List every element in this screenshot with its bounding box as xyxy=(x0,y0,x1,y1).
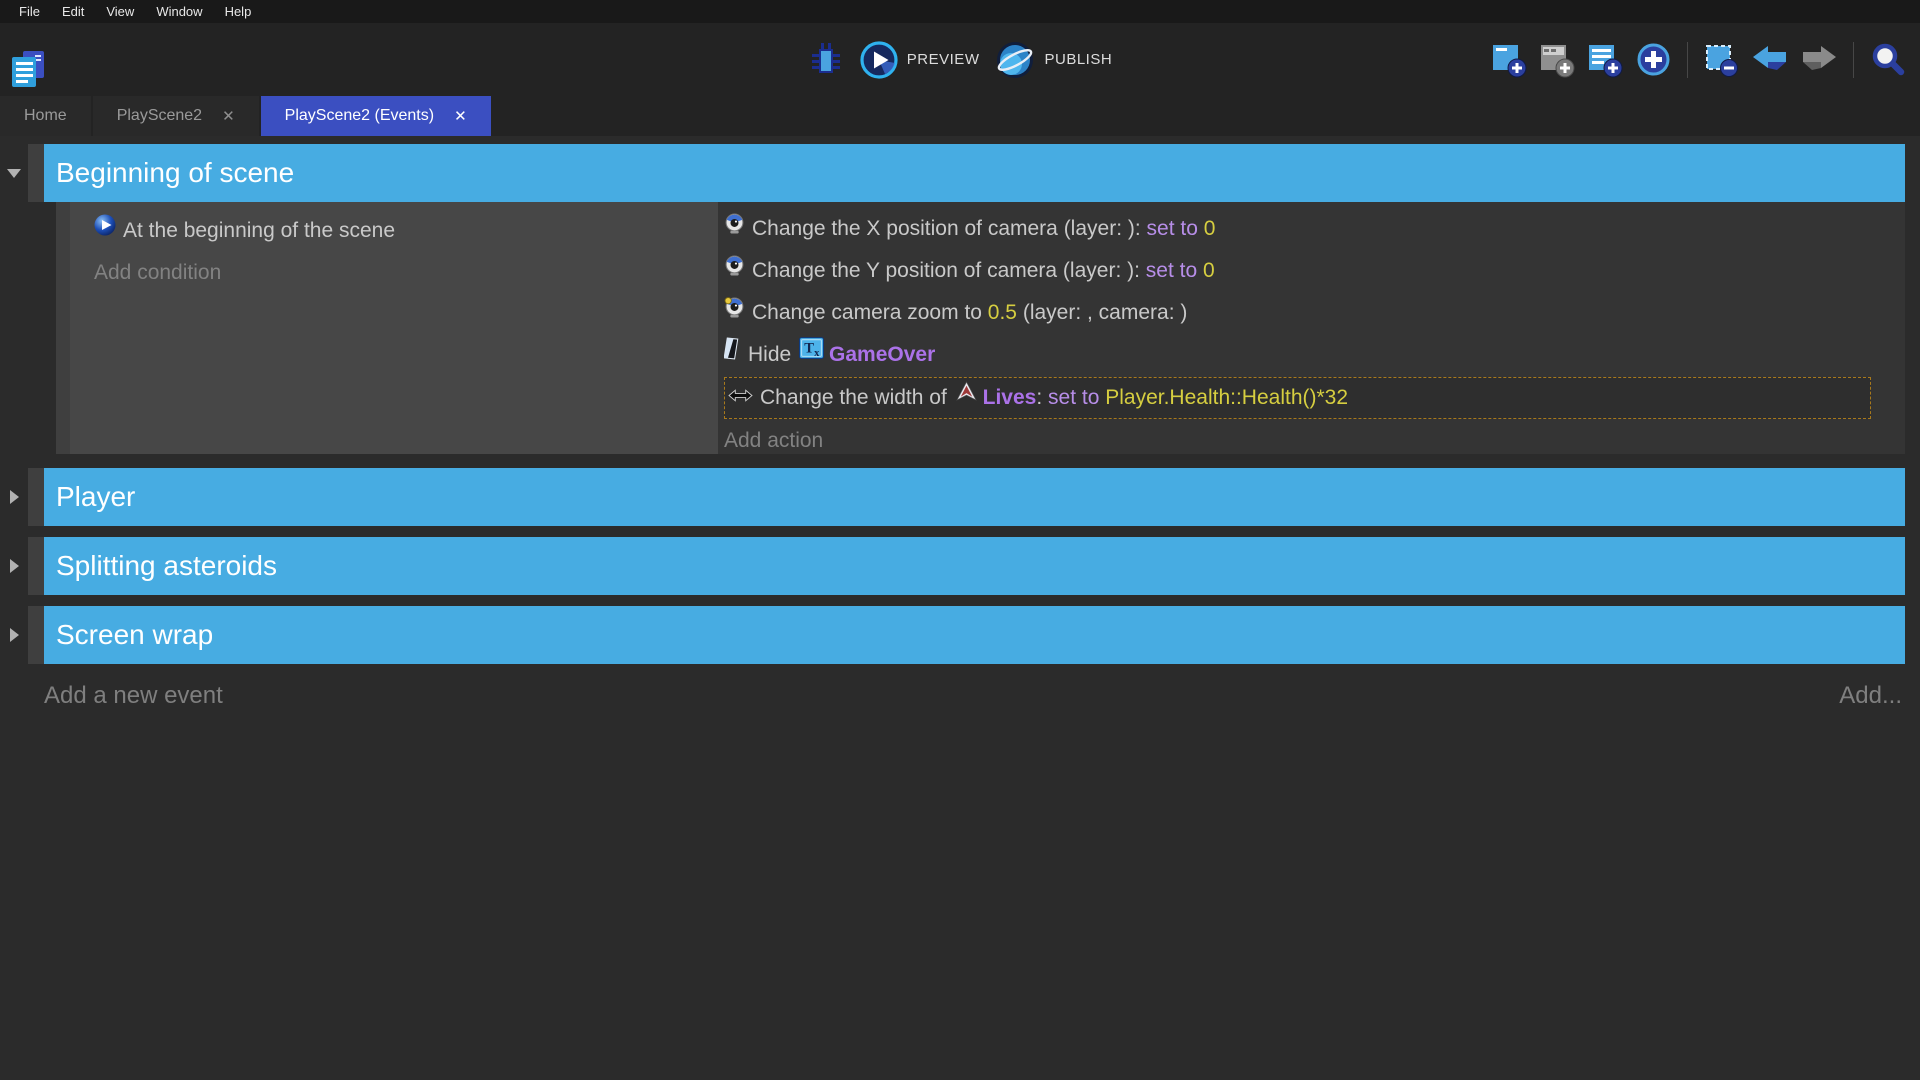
collapse-toggle[interactable] xyxy=(0,468,28,526)
conditions-panel[interactable]: At the beginning of the scene Add condit… xyxy=(70,202,718,454)
redo-icon[interactable] xyxy=(1800,44,1838,76)
camera-zoom-icon xyxy=(724,292,745,333)
add-subevent-icon[interactable] xyxy=(1539,41,1576,78)
chevron-down-icon xyxy=(7,169,21,178)
condition-row[interactable]: At the beginning of the scene xyxy=(94,210,718,252)
event-drag-handle[interactable] xyxy=(56,202,70,454)
tab-label: PlayScene2 xyxy=(117,107,202,125)
tab-label: Home xyxy=(24,107,67,125)
group-title-bar[interactable]: Player xyxy=(44,468,1905,526)
menu-edit[interactable]: Edit xyxy=(51,4,95,19)
tab-strip: Home PlayScene2 ✕ PlayScene2 (Events) ✕ xyxy=(0,96,1920,136)
action-row-change-width-selected[interactable]: Change the width of Lives: set to Player… xyxy=(724,377,1871,419)
resize-width-icon xyxy=(728,377,753,417)
group-title: Screen wrap xyxy=(56,619,213,651)
close-tab-icon[interactable]: ✕ xyxy=(454,107,467,125)
camera-icon xyxy=(724,250,745,291)
event-group-beginning: Beginning of scene xyxy=(0,144,1905,202)
hide-object-icon xyxy=(724,334,741,375)
tab-playscene2-events[interactable]: PlayScene2 (Events) ✕ xyxy=(261,96,491,136)
svg-text:T: T xyxy=(804,341,814,357)
menu-view[interactable]: View xyxy=(95,4,145,19)
add-extension-icon[interactable] xyxy=(1635,41,1672,78)
event-drag-handle[interactable] xyxy=(28,144,44,202)
add-action-button[interactable]: Add action xyxy=(724,420,1905,462)
chevron-right-icon xyxy=(10,490,19,504)
preview-play-icon xyxy=(860,41,898,79)
close-tab-icon[interactable]: ✕ xyxy=(222,107,235,125)
preview-label: PREVIEW xyxy=(907,51,980,68)
lives-ship-icon xyxy=(955,377,978,416)
undo-icon[interactable] xyxy=(1751,44,1789,76)
collapse-toggle[interactable] xyxy=(0,606,28,664)
text-object-icon: T x xyxy=(799,334,824,374)
event-drag-handle[interactable] xyxy=(28,468,44,526)
event-group-player: Player xyxy=(0,468,1905,526)
scene-start-icon xyxy=(94,210,116,251)
action-row-camera-y[interactable]: Change the Y position of camera (layer: … xyxy=(724,250,1905,292)
group-title: Player xyxy=(56,481,135,513)
event-drag-handle[interactable] xyxy=(28,606,44,664)
group-title: Splitting asteroids xyxy=(56,550,277,582)
collapse-toggle[interactable] xyxy=(0,537,28,595)
group-title-bar[interactable]: Splitting asteroids xyxy=(44,537,1905,595)
event-drag-handle[interactable] xyxy=(28,537,44,595)
publish-button[interactable]: PUBLISH xyxy=(995,40,1112,80)
tab-playscene2[interactable]: PlayScene2 ✕ xyxy=(93,96,259,136)
add-more-button[interactable]: Add... xyxy=(1839,682,1902,710)
publish-label: PUBLISH xyxy=(1044,51,1112,68)
toolbar-separator xyxy=(1687,42,1688,78)
add-comment-icon[interactable] xyxy=(1587,41,1624,78)
add-condition-button[interactable]: Add condition xyxy=(94,252,718,294)
menu-bar: File Edit View Window Help xyxy=(0,0,1920,23)
delete-selection-icon[interactable] xyxy=(1703,41,1740,78)
menu-window[interactable]: Window xyxy=(145,4,213,19)
main-toolbar: PREVIEW PUBLISH xyxy=(0,23,1920,96)
event-body: At the beginning of the scene Add condit… xyxy=(56,202,1905,454)
chevron-right-icon xyxy=(10,559,19,573)
publish-globe-icon xyxy=(995,40,1035,80)
debugger-icon[interactable] xyxy=(808,41,844,79)
svg-text:x: x xyxy=(814,348,820,359)
camera-icon xyxy=(724,208,745,249)
chevron-right-icon xyxy=(10,628,19,642)
menu-help[interactable]: Help xyxy=(214,4,263,19)
events-footer: Add a new event Add... xyxy=(44,682,1902,710)
group-title-bar[interactable]: Beginning of scene xyxy=(44,144,1905,202)
event-group-splitting-asteroids: Splitting asteroids xyxy=(0,537,1905,595)
add-event-icon[interactable] xyxy=(1491,41,1528,78)
condition-text: At the beginning of the scene xyxy=(123,219,395,242)
event-group-screen-wrap: Screen wrap xyxy=(0,606,1905,664)
toolbar-separator xyxy=(1853,42,1854,78)
preview-button[interactable]: PREVIEW xyxy=(860,41,980,79)
action-row-hide-gameover[interactable]: Hide T x GameOver xyxy=(724,334,1905,376)
group-title: Beginning of scene xyxy=(56,157,294,189)
action-row-camera-zoom[interactable]: Change camera zoom to 0.5 (layer: , came… xyxy=(724,292,1905,334)
tab-label: PlayScene2 (Events) xyxy=(285,107,434,125)
menu-file[interactable]: File xyxy=(8,4,51,19)
add-new-event-button[interactable]: Add a new event xyxy=(44,682,223,710)
events-sheet: Beginning of scene At the beginning of t… xyxy=(0,136,1920,710)
toolbar-right-group xyxy=(1491,23,1906,96)
group-title-bar[interactable]: Screen wrap xyxy=(44,606,1905,664)
search-icon[interactable] xyxy=(1869,41,1906,78)
tab-home[interactable]: Home xyxy=(0,96,91,136)
actions-panel[interactable]: Change the X position of camera (layer: … xyxy=(718,202,1905,454)
collapse-toggle[interactable] xyxy=(0,144,28,202)
action-row-camera-x[interactable]: Change the X position of camera (layer: … xyxy=(724,208,1905,250)
